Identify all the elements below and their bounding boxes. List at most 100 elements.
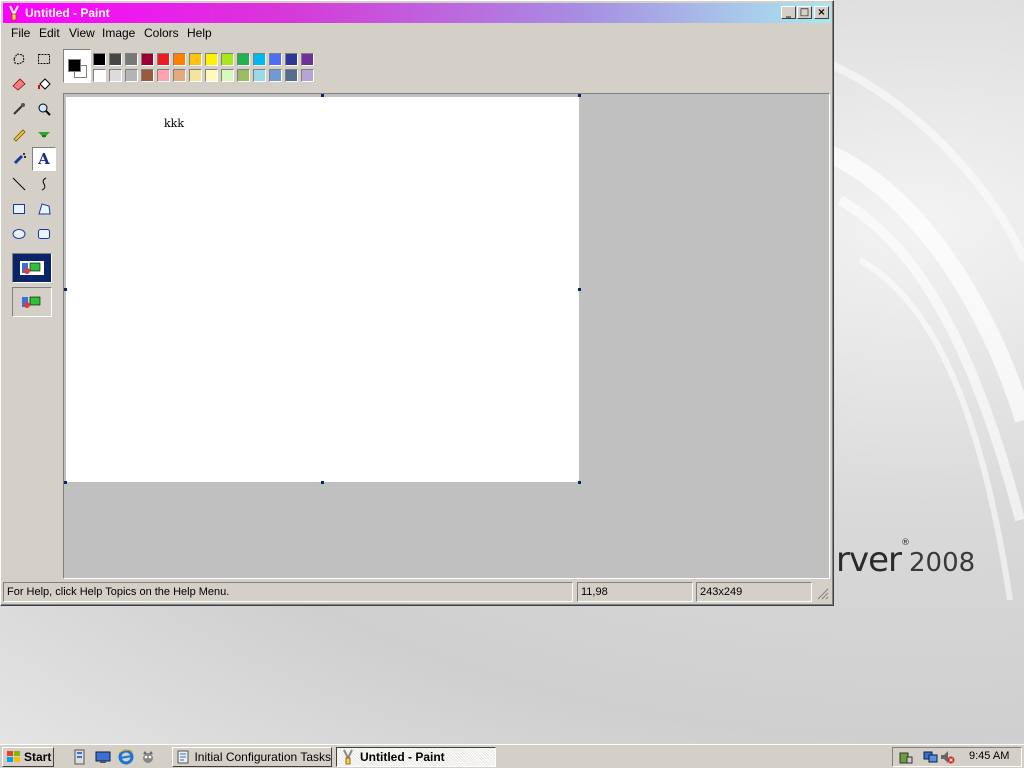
paint-icon (343, 749, 353, 765)
taskbar-button-paint[interactable]: Untitled - Paint (336, 747, 496, 767)
show-desktop-icon[interactable] (95, 749, 111, 765)
ellipse-icon (12, 229, 26, 239)
toolbox: A (4, 45, 60, 579)
notification-area: 9:45 AM (892, 747, 1022, 767)
size-grip-icon[interactable] (817, 588, 829, 600)
tool-airbrush[interactable] (7, 147, 31, 171)
desktop-wallpaper-swoosh (820, 56, 1024, 601)
option-opaque-background[interactable] (12, 253, 52, 283)
tool-pencil[interactable] (7, 122, 31, 146)
menu-view[interactable]: View (69, 26, 95, 40)
tool-fill-with-color[interactable] (32, 72, 56, 96)
palette-swatch[interactable] (221, 53, 234, 66)
status-bar: For Help, click Help Topics on the Help … (3, 582, 831, 604)
maximize-button[interactable]: □ (797, 6, 812, 19)
drawing-canvas[interactable]: kkk (66, 97, 579, 482)
palette-swatch[interactable] (301, 53, 314, 66)
option-transparent-background[interactable] (12, 287, 52, 317)
current-colors[interactable] (63, 49, 91, 83)
taskbar-button-label: Untitled - Paint (360, 750, 445, 764)
rounded-rect-icon (38, 229, 50, 239)
eraser-icon (12, 78, 26, 91)
title-bar[interactable]: Untitled - Paint _ □ × (3, 3, 831, 23)
transparent-background-icon (22, 296, 41, 308)
menu-file[interactable]: File (11, 26, 30, 40)
network-icon[interactable] (923, 749, 939, 765)
palette-swatch[interactable] (157, 53, 170, 66)
clock[interactable]: 9:45 AM (969, 750, 1009, 762)
tool-line[interactable] (7, 172, 31, 196)
palette-swatch[interactable] (285, 53, 298, 66)
palette-swatch[interactable] (253, 53, 266, 66)
tool-rectangle[interactable] (7, 197, 31, 221)
resize-handle-bottom-right[interactable] (578, 481, 581, 484)
palette-swatch[interactable] (237, 53, 250, 66)
drawing-workspace[interactable]: kkk (63, 93, 830, 579)
start-button[interactable]: Start (2, 747, 54, 767)
volume-icon[interactable] (939, 749, 955, 765)
palette-swatch[interactable] (269, 53, 282, 66)
tool-brush[interactable] (32, 122, 56, 146)
palette-swatch[interactable] (93, 53, 106, 66)
tool-magnifier[interactable] (32, 97, 56, 121)
palette-swatch[interactable] (125, 53, 138, 66)
palette-swatch[interactable] (269, 69, 282, 82)
palette-swatch[interactable] (205, 53, 218, 66)
resize-handle-bottom[interactable] (321, 481, 324, 484)
palette-swatch[interactable] (285, 69, 298, 82)
curve-icon (41, 177, 47, 191)
palette-swatch[interactable] (141, 53, 154, 66)
close-icon: × (817, 7, 826, 18)
tool-eraser[interactable] (7, 72, 31, 96)
menu-help[interactable]: Help (187, 26, 212, 40)
palette-swatch[interactable] (237, 69, 250, 82)
tool-free-form-select[interactable] (7, 47, 31, 71)
palette-swatch[interactable] (301, 69, 314, 82)
taskbar-button-initial-configuration-tasks[interactable]: Initial Configuration Tasks (172, 747, 332, 767)
palette-swatch[interactable] (205, 69, 218, 82)
status-help-text: For Help, click Help Topics on the Help … (3, 582, 573, 602)
palette-swatch[interactable] (189, 69, 202, 82)
palette-swatch[interactable] (109, 69, 122, 82)
palette-swatch[interactable] (221, 69, 234, 82)
brand-text: rver (836, 540, 902, 580)
palette-swatch[interactable] (157, 69, 170, 82)
resize-handle-top-right[interactable] (578, 94, 581, 97)
server-manager-icon[interactable] (72, 749, 88, 765)
menu-image[interactable]: Image (102, 26, 135, 40)
color-palette (63, 49, 323, 85)
tool-rounded-rectangle[interactable] (32, 222, 56, 246)
minimize-button[interactable]: _ (781, 6, 796, 19)
palette-swatch[interactable] (93, 69, 106, 82)
palette-swatch[interactable] (125, 69, 138, 82)
resize-handle-top[interactable] (321, 94, 324, 97)
menu-colors[interactable]: Colors (144, 26, 179, 40)
windows-explorer-icon[interactable] (140, 749, 156, 765)
taskbar: Start Initial Configuration Tasks Untitl… (0, 744, 1024, 768)
palette-swatch[interactable] (141, 69, 154, 82)
tool-pick-color[interactable] (7, 97, 31, 121)
status-image-size: 243x249 (696, 582, 812, 602)
windows-server-branding: rver®2008 (836, 538, 975, 580)
palette-swatch[interactable] (173, 69, 186, 82)
palette-swatch[interactable] (253, 69, 266, 82)
close-button[interactable]: × (814, 6, 829, 19)
palette-swatch[interactable] (189, 53, 202, 66)
line-icon (12, 177, 26, 191)
tool-polygon[interactable] (32, 197, 56, 221)
resize-handle-left[interactable] (64, 288, 67, 291)
resize-handle-right[interactable] (578, 288, 581, 291)
menu-edit[interactable]: Edit (39, 26, 60, 40)
safely-remove-icon[interactable] (897, 749, 913, 765)
paint-app-icon[interactable] (7, 5, 21, 21)
internet-explorer-icon[interactable] (118, 749, 134, 765)
palette-swatch[interactable] (173, 53, 186, 66)
tool-text[interactable]: A (32, 147, 56, 171)
palette-swatch[interactable] (109, 53, 122, 66)
tool-curve[interactable] (32, 172, 56, 196)
maximize-icon: □ (799, 7, 810, 18)
resize-handle-bottom-left[interactable] (64, 481, 67, 484)
tool-select[interactable] (32, 47, 56, 71)
brush-icon (38, 132, 50, 138)
tool-ellipse[interactable] (7, 222, 31, 246)
